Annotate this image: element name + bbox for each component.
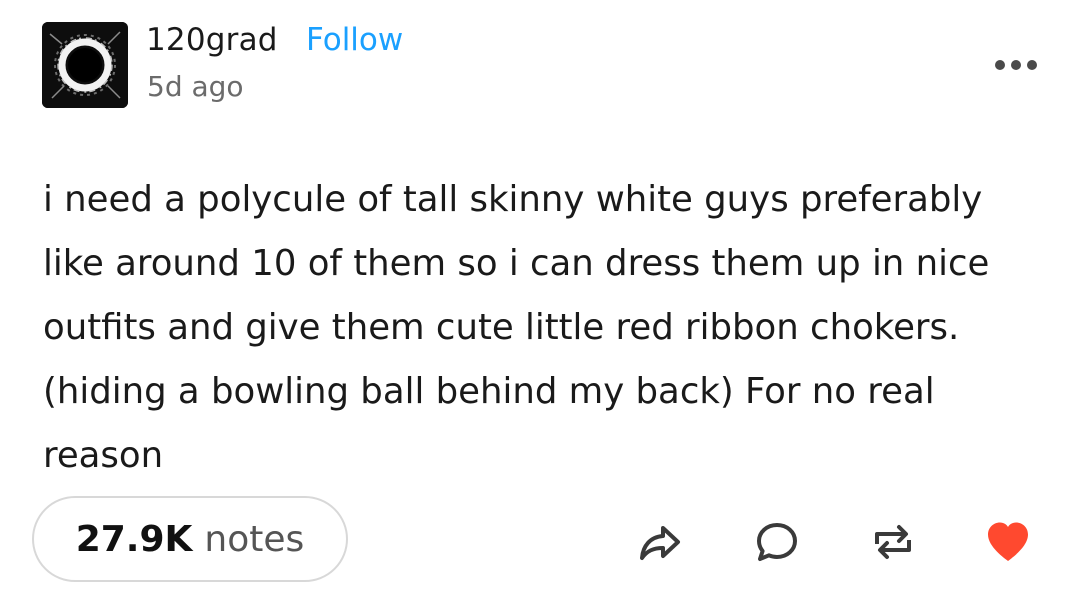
share-icon[interactable] <box>636 518 684 566</box>
reblog-icon[interactable] <box>869 518 917 566</box>
heart-icon[interactable] <box>984 518 1032 566</box>
reply-icon[interactable] <box>753 518 801 566</box>
notes-count: 27.9K <box>75 518 193 560</box>
notes-button[interactable]: 27.9K notes <box>32 496 348 582</box>
post-body-text: i need a polycule of tall skinny white g… <box>43 179 990 476</box>
post-timestamp: 5d ago <box>147 70 244 103</box>
notes-label: notes <box>204 518 305 560</box>
author-username[interactable]: 120grad <box>146 22 278 58</box>
avatar[interactable] <box>42 22 128 108</box>
follow-button[interactable]: Follow <box>306 22 403 58</box>
more-options-icon[interactable] <box>988 52 1044 78</box>
